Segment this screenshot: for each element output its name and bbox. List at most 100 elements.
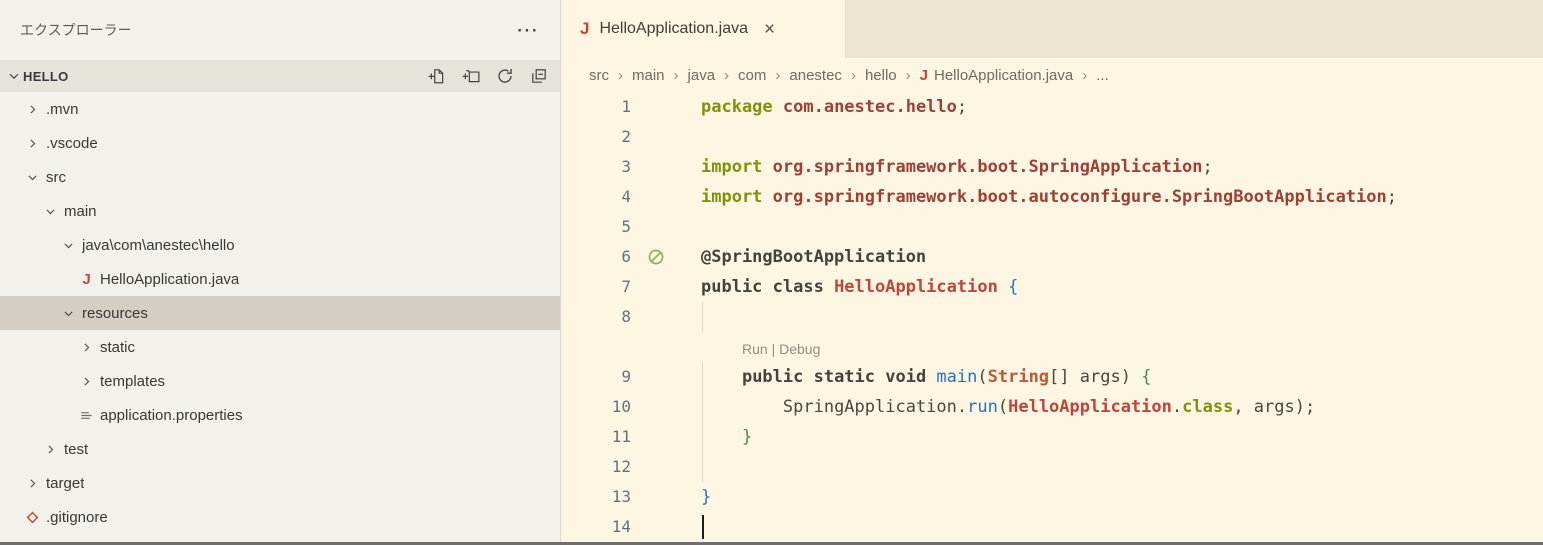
code-token: )	[1120, 367, 1142, 387]
codelens-text-container[interactable]: Run | Debug	[681, 332, 1543, 362]
chevron-down-icon	[58, 307, 79, 320]
code-token: HelloApplication	[834, 277, 998, 297]
line-number[interactable]: 11	[561, 422, 631, 452]
code-line-text[interactable]	[681, 452, 1543, 482]
tab-label: HelloApplication.java	[599, 20, 748, 37]
code-token: args	[1253, 397, 1295, 417]
run-debug-codelens[interactable]: Run | Debug	[742, 341, 820, 357]
tree-item-application-properties[interactable]: application.properties	[0, 398, 560, 432]
breadcrumb-item-src[interactable]: src	[589, 67, 609, 84]
code-line-text[interactable]: SpringApplication.run(HelloApplication.c…	[681, 392, 1543, 422]
code-token: SpringApplication	[782, 397, 957, 417]
code-area[interactable]: 1 package com.anestec.hello; 2 3 import org.…	[561, 92, 1543, 542]
line-number[interactable]: 6	[561, 242, 631, 272]
git-file-icon	[22, 510, 43, 525]
line-number[interactable]: 1	[561, 92, 631, 122]
code-line-text[interactable]: }	[681, 482, 1543, 512]
code-line: 14	[561, 512, 1543, 542]
code-line-text[interactable]	[681, 302, 1543, 332]
breadcrumb-item-main[interactable]: main	[632, 67, 665, 84]
tree-item-java-com-anestec-hello[interactable]: java\com\anestec\hello	[0, 228, 560, 262]
code-line-text[interactable]: @SpringBootApplication	[681, 242, 1543, 272]
tree-item-static[interactable]: static	[0, 330, 560, 364]
section-actions	[427, 67, 548, 86]
code-line: 7 public class HelloApplication {	[561, 272, 1543, 302]
line-number[interactable]: 8	[561, 302, 631, 332]
explorer-sidebar: エクスプローラー ⋯ HELLO .mvn .vscode src main j…	[0, 0, 561, 542]
code-token: (	[977, 367, 988, 387]
line-number[interactable]: 9	[561, 362, 631, 392]
collapse-all-icon[interactable]	[529, 67, 548, 86]
code-line: 5	[561, 212, 1543, 242]
code-token: HelloApplication	[1008, 397, 1172, 417]
explorer-title: エクスプローラー	[20, 22, 132, 38]
more-actions-icon[interactable]: ⋯	[516, 19, 538, 41]
breadcrumb-item-java[interactable]: java	[688, 67, 716, 84]
close-tab-icon[interactable]: ×	[764, 20, 775, 39]
code-line: 11 }	[561, 422, 1543, 452]
code-line-text[interactable]: }	[681, 422, 1543, 452]
line-number[interactable]: 10	[561, 392, 631, 422]
code-line-text[interactable]: public static void main(String[] args) {	[681, 362, 1543, 392]
section-header-hello[interactable]: HELLO	[0, 60, 560, 92]
code-token: import	[701, 187, 773, 207]
tree-item-test[interactable]: test	[0, 432, 560, 466]
tab-helloapplication-java[interactable]: J HelloApplication.java ×	[561, 0, 846, 58]
breadcrumb-item-com[interactable]: com	[738, 67, 766, 84]
tree-item-src[interactable]: src	[0, 160, 560, 194]
tree-item-label: templates	[100, 372, 166, 390]
breadcrumb-item-hello[interactable]: hello	[865, 67, 897, 84]
line-number[interactable]: 13	[561, 482, 631, 512]
tree-item-mvn[interactable]: .mvn	[0, 92, 560, 126]
code-token: import	[701, 157, 773, 177]
tree-item-vscode[interactable]: .vscode	[0, 126, 560, 160]
line-number[interactable]: 7	[561, 272, 631, 302]
gutter	[631, 92, 681, 122]
code-line-text[interactable]	[681, 512, 1543, 542]
java-file-icon: J	[580, 19, 590, 38]
tree-item-helloapplication-java[interactable]: J HelloApplication.java	[0, 262, 560, 296]
line-number[interactable]: 12	[561, 452, 631, 482]
indent-guide	[702, 422, 703, 452]
line-number[interactable]: 5	[561, 212, 631, 242]
code-line-text[interactable]	[681, 122, 1543, 152]
chevron-down-icon	[58, 239, 79, 252]
breadcrumb-separator: ›	[673, 66, 679, 84]
code-line-text[interactable]: public class HelloApplication {	[681, 272, 1543, 302]
refresh-icon[interactable]	[495, 67, 514, 86]
tree-item-main[interactable]: main	[0, 194, 560, 228]
tree-item-label: resources	[82, 304, 148, 322]
new-file-icon[interactable]	[427, 67, 446, 86]
code-line-text[interactable]	[681, 212, 1543, 242]
tree-item-templates[interactable]: templates	[0, 364, 560, 398]
code-line-text[interactable]: import org.springframework.boot.SpringAp…	[681, 152, 1543, 182]
tree-item-gitignore[interactable]: .gitignore	[0, 500, 560, 534]
chevron-right-icon	[22, 103, 43, 116]
spring-boot-gutter-icon[interactable]	[631, 242, 681, 272]
chevron-down-icon	[22, 171, 43, 184]
code-token: String	[987, 367, 1050, 387]
tree-item-label: HelloApplication.java	[100, 270, 240, 288]
gutter	[631, 152, 681, 182]
line-number[interactable]: 2	[561, 122, 631, 152]
line-number[interactable]: 3	[561, 152, 631, 182]
tree-item-resources[interactable]: resources	[0, 296, 560, 330]
code-line-text[interactable]: package com.anestec.hello;	[681, 92, 1543, 122]
breadcrumb-item-anestec[interactable]: anestec	[789, 67, 842, 84]
gutter	[631, 302, 681, 332]
breadcrumb-item-[interactable]: ...	[1096, 67, 1109, 84]
tree-item-target[interactable]: target	[0, 466, 560, 500]
code-token: public static void	[741, 367, 937, 387]
code-token: main	[936, 367, 978, 387]
file-tree: .mvn .vscode src main java\com\anestec\hello…	[0, 92, 560, 542]
breadcrumb-item-helloapplication-java[interactable]: HelloApplication.java	[934, 67, 1073, 84]
line-number[interactable]: 4	[561, 182, 631, 212]
code-token: public class	[701, 277, 835, 297]
line-number[interactable]: 14	[561, 512, 631, 542]
new-folder-icon[interactable]	[461, 67, 480, 86]
indent-guide	[702, 392, 703, 422]
chevron-right-icon	[22, 137, 43, 150]
java-file-icon: J	[82, 270, 91, 288]
code-line-text[interactable]: import org.springframework.boot.autoconf…	[681, 182, 1543, 212]
